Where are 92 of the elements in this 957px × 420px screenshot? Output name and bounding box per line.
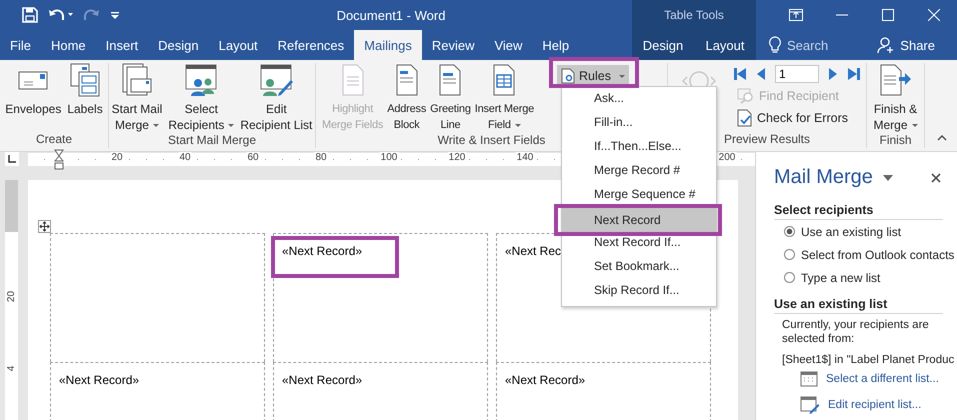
- lightbulb-icon[interactable]: [768, 36, 782, 54]
- ribbon-tab[interactable]: Home: [40, 30, 96, 60]
- menu-item[interactable]: Set Bookmark...: [562, 256, 716, 276]
- radio-option[interactable]: Use an existing list: [774, 220, 957, 243]
- check-errors-button[interactable]: Check for Errors: [733, 107, 861, 129]
- table-icon: [800, 371, 818, 387]
- menu-item[interactable]: Merge Sequence #: [562, 184, 716, 204]
- previous-record-icon[interactable]: [755, 67, 767, 81]
- document-check-icon: [737, 109, 753, 127]
- tab-selector-button[interactable]: [5, 152, 19, 166]
- section-heading: Select recipients: [774, 203, 943, 220]
- merge-field: «Next Record»: [505, 373, 586, 387]
- ribbon-tab[interactable]: Help: [532, 30, 580, 60]
- save-icon[interactable]: [22, 7, 38, 23]
- ribbon-tab[interactable]: Review: [422, 30, 484, 60]
- description-text: Currently, your recipients are selected from:: [782, 318, 930, 346]
- document-icon: [561, 68, 576, 84]
- person-add-icon[interactable]: [877, 36, 896, 54]
- magnifier-icon: [737, 88, 755, 104]
- menu-item[interactable]: Ask...: [562, 88, 716, 108]
- share-button[interactable]: Share: [900, 38, 935, 52]
- ruler-number: 140: [516, 152, 534, 162]
- vertical-ruler[interactable]: 20 4: [5, 180, 18, 420]
- close-icon[interactable]: [931, 172, 941, 182]
- ribbon-tab[interactable]: Layout: [694, 30, 756, 60]
- ruler-number: 120: [448, 152, 466, 162]
- menu-item[interactable]: Next Record: [562, 208, 716, 232]
- ribbon-tab[interactable]: References: [268, 30, 354, 60]
- merge-field: «Next Rec: [505, 244, 562, 258]
- ribbon-tab[interactable]: Mailings: [354, 30, 422, 60]
- ribbon-tab[interactable]: View: [484, 30, 532, 60]
- ribbon-tab[interactable]: Design: [148, 30, 209, 60]
- ribbon-button[interactable]: Labels: [64, 63, 106, 117]
- ribbon-button[interactable]: Edit Recipient List: [237, 63, 316, 133]
- first-record-icon[interactable]: [733, 67, 747, 81]
- ribbon-button[interactable]: Insert Merge Field: [472, 63, 536, 133]
- ruler-number: 60: [246, 152, 260, 162]
- ribbon-button[interactable]: Select Recipients: [165, 63, 238, 133]
- pane-link[interactable]: Select a different list...: [826, 373, 939, 385]
- collapse-ribbon-icon[interactable]: [937, 135, 947, 141]
- group-label: Preview Results: [724, 132, 810, 148]
- ribbon-tab[interactable]: Design: [632, 30, 694, 60]
- ribbon-button[interactable]: Address Block: [385, 63, 428, 133]
- calendar-pencil-icon: [259, 63, 294, 97]
- ruler-number: 20: [6, 290, 17, 303]
- table-pencil-icon: [800, 396, 820, 414]
- last-record-icon[interactable]: [847, 67, 861, 81]
- ribbon-tab[interactable]: Layout: [208, 30, 268, 60]
- ruler-number: 40: [178, 152, 192, 162]
- pane-link[interactable]: Edit recipient list...: [828, 399, 922, 411]
- ruler-number: 200: [718, 152, 736, 162]
- section-heading: Use an existing list: [774, 297, 943, 314]
- group-label: Finish: [879, 133, 912, 148]
- table-move-handle[interactable]: [38, 220, 51, 233]
- indent-marker-icon[interactable]: [54, 148, 64, 170]
- ribbon-button[interactable]: Envelopes: [2, 63, 64, 117]
- record-number-field[interactable]: 1: [775, 65, 819, 83]
- pane-title: Mail Merge: [774, 166, 873, 189]
- merge-field: «Next Record»: [59, 373, 140, 387]
- undo-icon[interactable]: [48, 7, 74, 23]
- merge-field: «Next Record»: [282, 244, 362, 258]
- document-arrow-icon: [878, 63, 912, 97]
- menu-item[interactable]: Next Record If...: [562, 232, 716, 252]
- merge-field: «Next Record»: [282, 373, 362, 387]
- ruler-number: 100: [380, 152, 398, 162]
- ruler-number: 80: [314, 152, 328, 162]
- tell-me-search[interactable]: Search: [787, 38, 828, 52]
- group-label: Create: [36, 132, 72, 148]
- ribbon-display-icon[interactable]: [789, 9, 803, 21]
- context-label: Table Tools: [632, 0, 756, 30]
- maximize-icon[interactable]: [882, 9, 894, 21]
- group-label: Write & Insert Fields: [438, 133, 546, 148]
- radio-option[interactable]: Type a new list: [774, 266, 957, 289]
- ribbon-button[interactable]: Start Mail Merge: [108, 63, 166, 133]
- pane-menu-icon[interactable]: [882, 174, 893, 180]
- ribbon-tab[interactable]: File: [0, 30, 41, 60]
- people-calendar-icon: [184, 63, 218, 97]
- next-record-icon[interactable]: [827, 67, 839, 81]
- menu-item[interactable]: Fill-in...: [562, 112, 716, 132]
- redo-icon: [84, 7, 100, 23]
- data-source-text: [Sheet1$] in "Label Planet Produc: [782, 354, 956, 366]
- ruler-number: 20: [110, 152, 124, 162]
- radio-option[interactable]: Select from Outlook contacts: [774, 243, 957, 266]
- document-stack-icon: [120, 63, 154, 97]
- label-sheet-icon: [68, 63, 102, 97]
- window-title: Document1 - Word: [336, 8, 446, 22]
- group-label: Start Mail Merge: [168, 133, 256, 148]
- ribbon-button[interactable]: Greeting Line: [428, 63, 473, 133]
- menu-item[interactable]: Skip Record If...: [562, 280, 716, 300]
- ruler-number: 4: [6, 364, 17, 374]
- ribbon-button[interactable]: Finish & Merge: [870, 63, 920, 133]
- ribbon-tab[interactable]: Insert: [96, 30, 148, 60]
